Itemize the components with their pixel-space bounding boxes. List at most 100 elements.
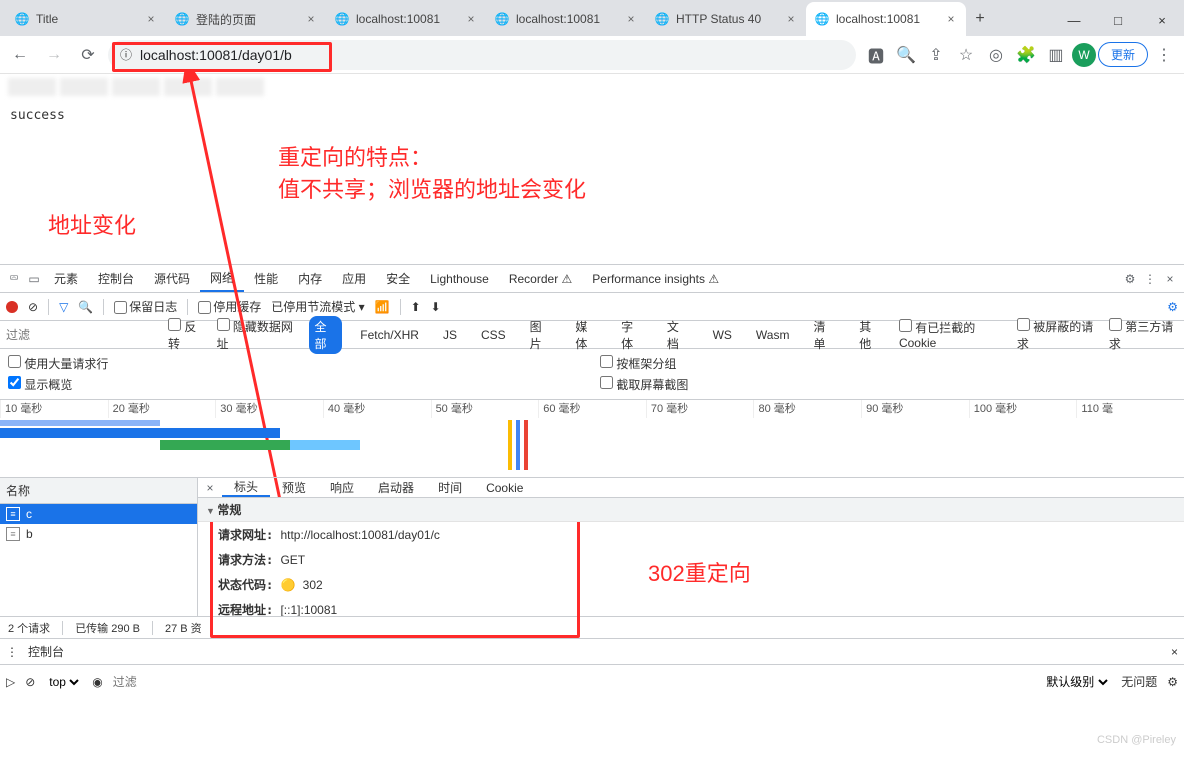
gear-icon[interactable]: ⚙ xyxy=(1167,675,1178,689)
type-filter[interactable]: CSS xyxy=(475,326,512,344)
close-detail-button[interactable]: × xyxy=(198,481,222,495)
type-filter[interactable]: 图片 xyxy=(524,316,558,354)
type-filter[interactable]: 全部 xyxy=(309,316,343,354)
browser-tab[interactable]: 🌐 localhost:10081 × xyxy=(486,2,646,36)
url-box[interactable]: ⓘ xyxy=(108,40,856,70)
detail-scroll[interactable]: 常规 请求网址: http://localhost:10081/day01/c … xyxy=(198,498,1184,616)
close-icon[interactable]: × xyxy=(464,12,478,26)
show-overview-checkbox[interactable]: 显示概览 xyxy=(8,374,584,395)
browser-tab[interactable]: 🌐 登陆的页面 × xyxy=(166,2,326,36)
zoom-icon[interactable]: 🔍 xyxy=(892,41,920,69)
devtools-tab[interactable]: 内存 xyxy=(288,265,332,292)
inspect-icon[interactable]: ⮹ xyxy=(4,271,24,286)
download-icon[interactable]: ⬇ xyxy=(431,300,441,314)
sidepanel-icon[interactable]: ▥ xyxy=(1042,41,1070,69)
reload-button[interactable]: ⟳ xyxy=(74,41,102,69)
close-icon[interactable]: × xyxy=(1171,645,1178,659)
devtools-tab[interactable]: Recorder ⚠ xyxy=(499,265,582,292)
type-filter[interactable]: Fetch/XHR xyxy=(354,326,425,344)
update-button[interactable]: 更新 xyxy=(1098,42,1148,67)
close-icon[interactable]: × xyxy=(784,12,798,26)
section-general[interactable]: 常规 xyxy=(198,498,1184,522)
third-party-checkbox[interactable]: 第三方请求 xyxy=(1109,318,1178,352)
detail-tab[interactable]: Cookie xyxy=(474,478,535,497)
close-icon[interactable]: × xyxy=(624,12,638,26)
bookmark-item[interactable] xyxy=(216,78,264,96)
devtools-tab[interactable]: 控制台 xyxy=(88,265,144,292)
close-icon[interactable]: × xyxy=(144,12,158,26)
browser-tab[interactable]: 🌐 HTTP Status 40 × xyxy=(646,2,806,36)
devtools-tab[interactable]: Performance insights ⚠ xyxy=(582,265,729,292)
browser-tab-active[interactable]: 🌐 localhost:10081 × xyxy=(806,2,966,36)
request-list-header[interactable]: 名称 xyxy=(0,478,197,504)
bookmark-item[interactable] xyxy=(164,78,212,96)
devtools-tab[interactable]: 源代码 xyxy=(144,265,200,292)
detail-tab[interactable]: 启动器 xyxy=(366,478,426,497)
detail-tab[interactable]: 预览 xyxy=(270,478,318,497)
clear-icon[interactable]: ⊘ xyxy=(28,300,38,314)
console-tab[interactable]: 控制台 xyxy=(28,643,64,660)
search-icon[interactable]: 🔍 xyxy=(78,300,93,314)
site-info-icon[interactable]: ⓘ xyxy=(120,46,132,63)
device-icon[interactable]: ▭ xyxy=(24,272,44,286)
devtools-tab-active[interactable]: 网络 xyxy=(200,265,244,292)
maximize-button[interactable]: □ xyxy=(1096,4,1140,36)
bookmark-item[interactable] xyxy=(112,78,160,96)
filter-input[interactable] xyxy=(6,328,156,342)
type-filter[interactable]: 媒体 xyxy=(569,316,603,354)
upload-icon[interactable]: ⬆ xyxy=(411,300,421,314)
url-input[interactable] xyxy=(140,47,844,63)
blocked-req-checkbox[interactable]: 被屏蔽的请求 xyxy=(1017,318,1097,352)
menu-icon[interactable]: ⋮ xyxy=(6,645,18,659)
screenshot-checkbox[interactable]: 截取屏幕截图 xyxy=(600,374,1176,395)
detail-tab[interactable]: 响应 xyxy=(318,478,366,497)
share-icon[interactable]: ⇪ xyxy=(922,41,950,69)
close-icon[interactable]: × xyxy=(944,12,958,26)
log-level-select[interactable]: 默认级别 xyxy=(1042,674,1111,690)
site-icon[interactable]: ◎ xyxy=(982,41,1010,69)
close-window-button[interactable]: × xyxy=(1140,4,1184,36)
disable-cache-checkbox[interactable]: 停用缓存 xyxy=(198,298,261,315)
wifi-icon[interactable]: 📶 xyxy=(375,300,390,314)
gear-icon[interactable]: ⚙ xyxy=(1120,272,1140,286)
filter-icon[interactable]: ▽ xyxy=(59,300,68,314)
detail-tab[interactable]: 时间 xyxy=(426,478,474,497)
bookmark-item[interactable] xyxy=(8,78,56,96)
type-filter[interactable]: 清单 xyxy=(807,316,841,354)
devtools-tab[interactable]: 性能 xyxy=(244,265,288,292)
close-icon[interactable]: × xyxy=(304,12,318,26)
invert-checkbox[interactable]: 反转 xyxy=(168,318,205,352)
minimize-button[interactable]: — xyxy=(1052,4,1096,36)
devtools-tab[interactable]: 元素 xyxy=(44,265,88,292)
throttle-select[interactable]: 已停用节流模式 ▾ xyxy=(271,298,364,315)
forward-button[interactable]: → xyxy=(40,41,68,69)
new-tab-button[interactable]: + xyxy=(966,2,994,36)
request-row[interactable]: ≡ c xyxy=(0,504,197,524)
back-button[interactable]: ← xyxy=(6,41,34,69)
console-filter-input[interactable] xyxy=(113,675,413,689)
type-filter[interactable]: Wasm xyxy=(750,326,796,344)
browser-tab[interactable]: 🌐 localhost:10081 × xyxy=(326,2,486,36)
devtools-tab[interactable]: 应用 xyxy=(332,265,376,292)
request-row[interactable]: ≡ b xyxy=(0,524,197,544)
type-filter[interactable]: 其他 xyxy=(853,316,887,354)
large-rows-checkbox[interactable]: 使用大量请求行 xyxy=(8,353,584,374)
hide-data-checkbox[interactable]: 隐藏数据网址 xyxy=(217,318,297,352)
close-icon[interactable]: × xyxy=(1160,272,1180,286)
star-icon[interactable]: ☆ xyxy=(952,41,980,69)
type-filter[interactable]: 文档 xyxy=(661,316,695,354)
stop-icon[interactable]: ▷ xyxy=(6,675,15,689)
devtools-tab[interactable]: Lighthouse xyxy=(420,265,499,292)
group-frame-checkbox[interactable]: 按框架分组 xyxy=(600,353,1176,374)
browser-tab[interactable]: 🌐 Title × xyxy=(6,2,166,36)
gear-icon[interactable]: ⚙ xyxy=(1167,300,1178,314)
devtools-tab[interactable]: 安全 xyxy=(376,265,420,292)
translate-icon[interactable]: 🅰 xyxy=(862,41,890,69)
extensions-icon[interactable]: 🧩 xyxy=(1012,41,1040,69)
type-filter[interactable]: 字体 xyxy=(615,316,649,354)
detail-tab[interactable]: 标头 xyxy=(222,478,270,497)
menu-icon[interactable]: ⋮ xyxy=(1140,272,1160,286)
record-button[interactable] xyxy=(6,301,18,313)
eye-icon[interactable]: ◉ xyxy=(92,675,102,689)
context-select[interactable]: top xyxy=(45,674,82,690)
